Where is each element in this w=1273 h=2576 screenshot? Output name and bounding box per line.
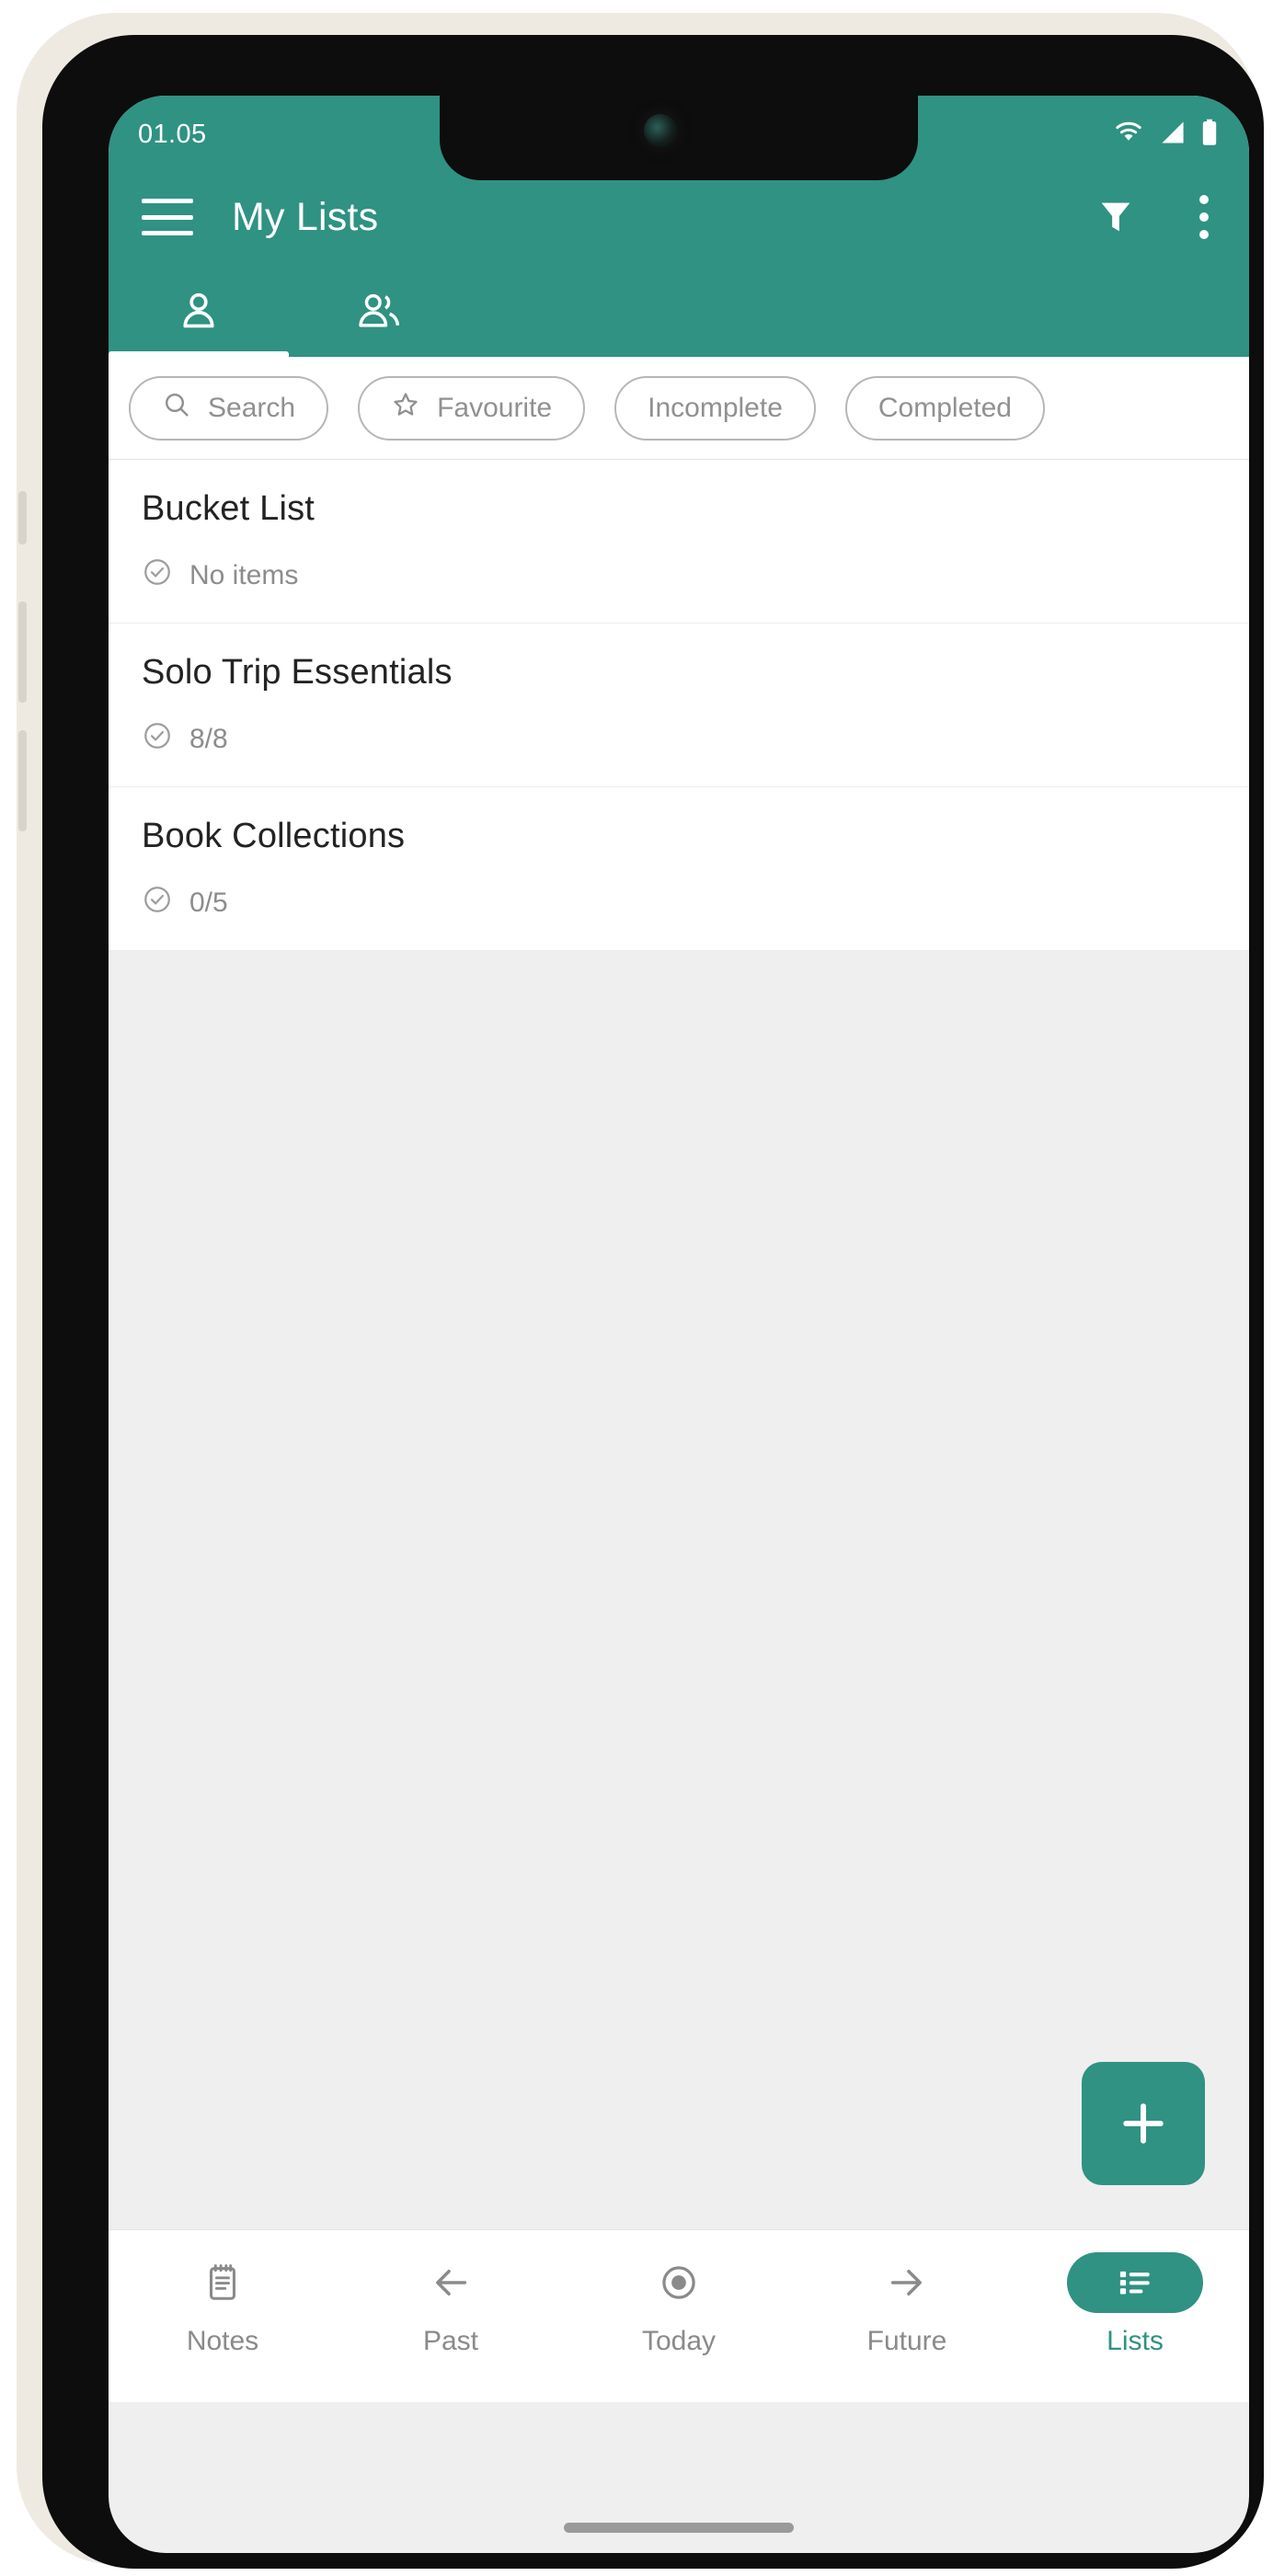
list-item-progress: No items	[142, 556, 1249, 595]
list-item-progress: 8/8	[142, 720, 1249, 759]
filter-funnel-icon[interactable]	[1095, 196, 1137, 238]
tab-personal-lists[interactable]	[109, 265, 289, 357]
check-circle-icon	[142, 556, 173, 595]
check-circle-icon	[142, 884, 173, 922]
status-bar-icons	[1113, 119, 1218, 151]
nav-label: Today	[641, 2326, 717, 2356]
list-item-progress-label: 0/5	[189, 887, 228, 918]
chip-incomplete[interactable]: Incomplete	[614, 375, 816, 441]
plus-icon	[1123, 2103, 1164, 2144]
status-bar: 01.05	[109, 96, 1249, 180]
nav-icon-wrap	[839, 2252, 975, 2313]
chip-label: Completed	[877, 392, 1012, 423]
phone-bezel: 01.05 My Lists Search Favourite Incomple…	[42, 35, 1264, 2569]
nav-icon-wrap	[611, 2252, 747, 2313]
list-item[interactable]: Book Collections 0/5	[109, 787, 1249, 951]
nav-icon-wrap	[383, 2252, 519, 2313]
app-bar: My Lists	[109, 169, 1249, 265]
list-item[interactable]: Bucket List No items	[109, 460, 1249, 624]
notepad-icon	[210, 2264, 235, 2300]
target-circle-icon	[662, 2266, 695, 2299]
list-item[interactable]: Solo Trip Essentials 8/8	[109, 624, 1249, 787]
list-item-progress-label: 8/8	[189, 724, 228, 754]
add-list-fab[interactable]	[1082, 2062, 1205, 2185]
person-icon	[183, 292, 214, 328]
nav-label: Past	[422, 2326, 479, 2356]
arrow-right-icon	[890, 2270, 922, 2296]
nav-item-lists[interactable]: Lists	[1021, 2252, 1249, 2357]
list-item-title: Solo Trip Essentials	[142, 653, 453, 692]
wifi-icon	[1113, 120, 1144, 149]
app-bar-actions	[1095, 195, 1212, 239]
lists-container: Bucket List No items Solo Trip Essential…	[109, 460, 1249, 951]
nav-icon-wrap	[1067, 2252, 1203, 2313]
content-empty-area	[109, 951, 1249, 2229]
star-icon	[391, 390, 420, 427]
arrow-left-icon	[436, 2270, 467, 2296]
page-title: My Lists	[232, 194, 379, 239]
tab-active-indicator	[109, 351, 289, 357]
nav-item-future[interactable]: Future	[793, 2252, 1021, 2357]
list-icon	[1119, 2271, 1150, 2295]
nav-item-today[interactable]: Today	[565, 2252, 793, 2357]
chip-completed[interactable]: Completed	[844, 375, 1045, 441]
volume-down-button[interactable]	[18, 730, 27, 831]
people-group-icon	[359, 293, 400, 327]
hamburger-menu-icon[interactable]	[142, 199, 193, 235]
chip-favourite[interactable]: Favourite	[358, 375, 586, 441]
front-camera	[644, 114, 677, 147]
nav-icon-wrap	[155, 2252, 291, 2313]
silence-switch[interactable]	[18, 491, 27, 544]
nav-label: Lists	[1107, 2326, 1164, 2356]
nav-item-notes[interactable]: Notes	[109, 2252, 337, 2357]
list-item-progress-label: No items	[189, 560, 299, 590]
home-indicator[interactable]	[564, 2523, 794, 2533]
chip-label: Incomplete	[648, 392, 783, 423]
chip-label: Favourite	[437, 392, 553, 423]
display-notch	[440, 96, 918, 180]
tab-bar	[109, 265, 1249, 357]
more-vertical-icon[interactable]	[1196, 195, 1212, 239]
cellular-signal-icon	[1159, 120, 1187, 149]
bottom-navigation-bar: Notes Past Today Future Lists	[109, 2229, 1249, 2402]
status-bar-clock: 01.05	[138, 119, 207, 149]
nav-item-past[interactable]: Past	[337, 2252, 565, 2357]
battery-icon	[1201, 119, 1218, 151]
tab-shared-lists[interactable]	[289, 265, 469, 357]
list-item-progress: 0/5	[142, 884, 1249, 922]
nav-label: Future	[866, 2326, 947, 2356]
check-circle-icon	[142, 720, 173, 759]
volume-up-button[interactable]	[18, 601, 27, 703]
phone-frame: 01.05 My Lists Search Favourite Incomple…	[17, 13, 1264, 2569]
chip-label: Search	[208, 392, 296, 423]
search-icon	[162, 390, 191, 427]
nav-label: Notes	[186, 2326, 259, 2356]
phone-screen: 01.05 My Lists Search Favourite Incomple…	[109, 96, 1249, 2553]
list-item-title: Bucket List	[142, 489, 315, 528]
list-item-title: Book Collections	[142, 817, 406, 855]
filter-chips-row[interactable]: Search Favourite Incomplete Completed	[109, 357, 1249, 460]
chip-search[interactable]: Search	[129, 375, 329, 441]
